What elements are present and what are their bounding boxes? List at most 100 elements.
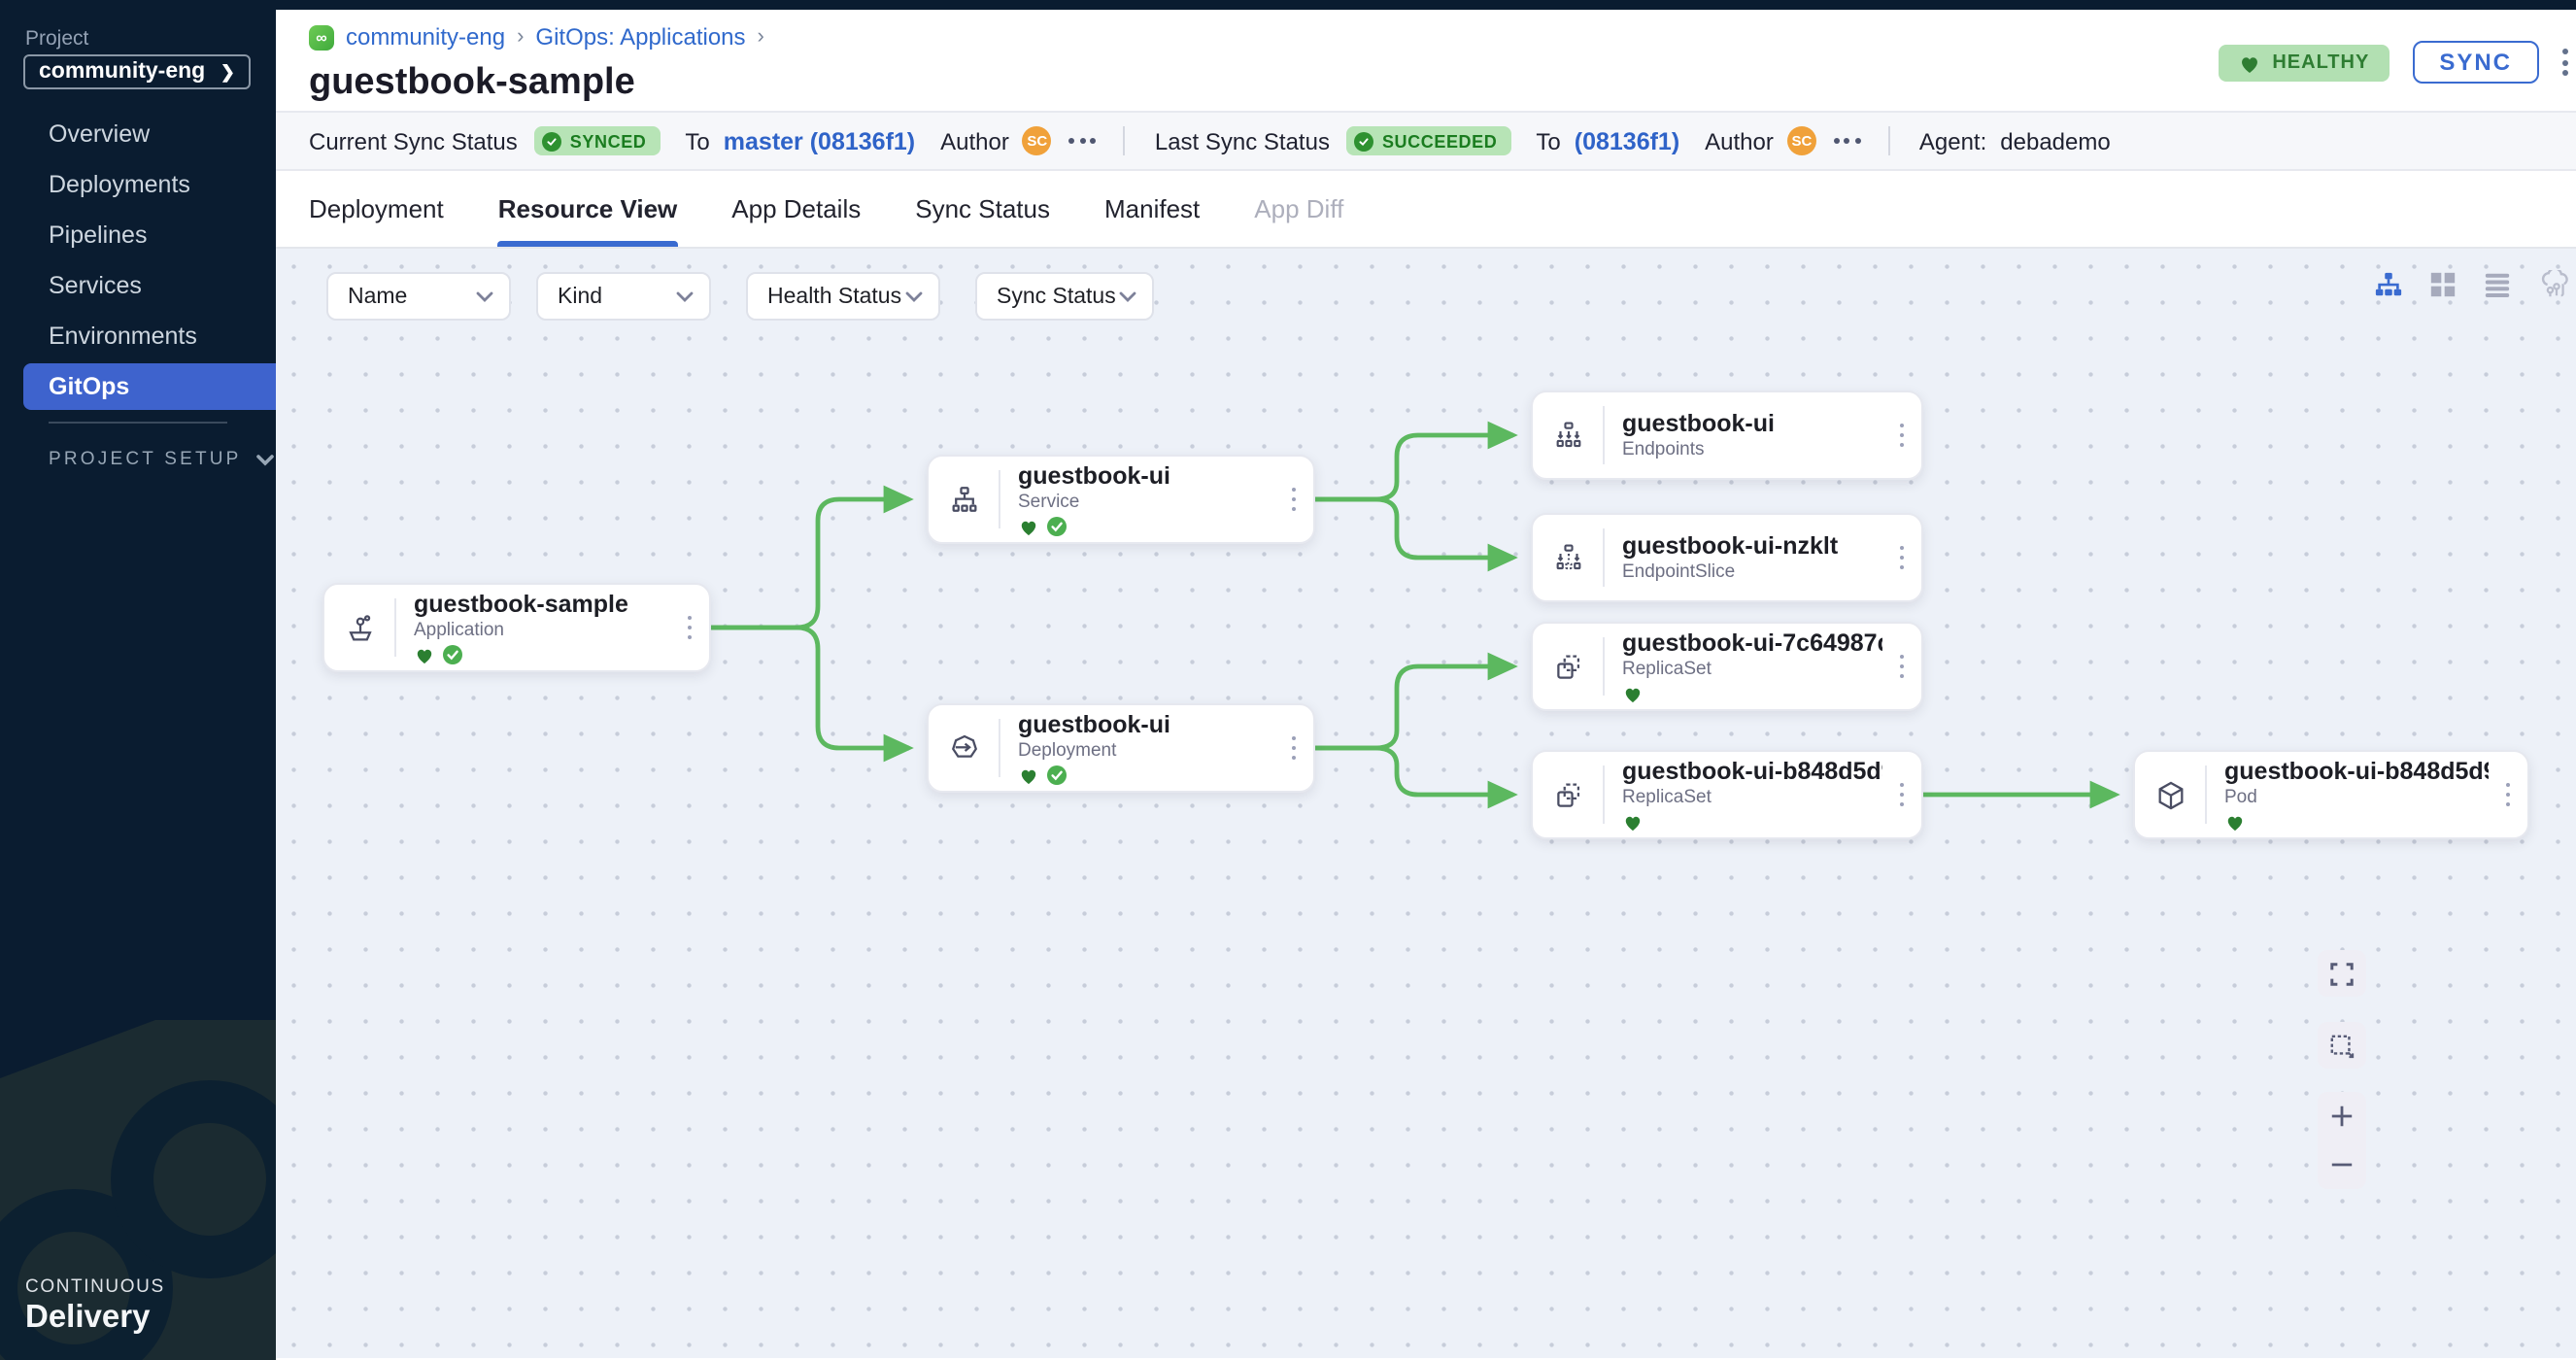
breadcrumb-separator: › — [517, 25, 524, 49]
node-title: guestbook-ui-7c64987dc9 — [1622, 629, 1882, 656]
tab-sync-status[interactable]: Sync Status — [915, 171, 1050, 247]
deployment-icon — [929, 705, 999, 791]
filter-name[interactable]: Name — [326, 272, 511, 321]
filter-kind[interactable]: Kind — [536, 272, 711, 321]
sidebar-brand-block: CONTINUOUS Delivery — [0, 1020, 276, 1360]
sidebar-item-environments[interactable]: Environments — [0, 311, 276, 361]
sidebar-nav: Overview Deployments Pipelines Services … — [0, 109, 276, 412]
node-menu-icon[interactable] — [1274, 457, 1313, 542]
marquee-select-button[interactable] — [2318, 1022, 2366, 1069]
author-avatar: SC — [1787, 126, 1816, 155]
chevron-down-icon — [676, 290, 694, 302]
node-replicaset-7c64987dc9[interactable]: guestbook-ui-7c64987dc9 ReplicaSet — [1531, 622, 1923, 711]
replicaset-icon — [1533, 752, 1603, 837]
heart-icon — [2224, 812, 2246, 832]
replicaset-icon — [1533, 624, 1603, 709]
breadcrumb: ∞ community-eng › GitOps: Applications › — [309, 23, 764, 51]
last-sync-label: Last Sync Status — [1155, 127, 1330, 154]
sync-button[interactable]: SYNC — [2412, 41, 2539, 84]
grid-view-icon[interactable] — [2428, 270, 2457, 299]
node-replicaset-b848d5d9d[interactable]: guestbook-ui-b848d5d9d ReplicaSet — [1531, 750, 1923, 839]
project-setup-toggle[interactable]: PROJECT SETUP — [49, 449, 275, 470]
pod-icon — [2135, 752, 2205, 837]
node-kind: ReplicaSet — [1622, 658, 1882, 679]
window-top-strip — [0, 0, 2576, 10]
to-label: To — [685, 127, 709, 154]
node-menu-icon[interactable] — [1882, 624, 1921, 709]
node-status — [1622, 811, 1882, 833]
author-avatar: SC — [1023, 126, 1052, 155]
node-kind: EndpointSlice — [1622, 561, 1882, 583]
project-selector-value: community-eng — [39, 60, 205, 84]
tab-app-diff[interactable]: App Diff — [1254, 171, 1343, 247]
more-options-icon[interactable] — [2562, 49, 2568, 76]
project-label: Project — [25, 27, 88, 51]
gitops-icon: ∞ — [309, 24, 334, 50]
tab-resource-view[interactable]: Resource View — [498, 171, 678, 247]
node-menu-icon[interactable] — [1882, 515, 1921, 600]
heart-icon — [1622, 684, 1644, 703]
node-menu-icon[interactable] — [1882, 752, 1921, 837]
brand: CONTINUOUS Delivery — [25, 1276, 165, 1337]
resource-tree-canvas: Name Kind Health Status Sync Status — [276, 249, 2576, 1358]
breadcrumb-section-link[interactable]: GitOps: Applications — [535, 23, 745, 51]
filter-health-status[interactable]: Health Status — [746, 272, 940, 321]
node-pod[interactable]: guestbook-ui-b848d5d9... Pod — [2133, 750, 2529, 839]
node-menu-icon[interactable] — [2489, 752, 2527, 837]
pod-view-icon[interactable] — [2537, 270, 2576, 299]
zoom-in-icon[interactable] — [2329, 1104, 2355, 1129]
tab-bar: Deployment Resource View App Details Syn… — [276, 171, 2576, 249]
sidebar-item-pipelines[interactable]: Pipelines — [0, 210, 276, 260]
tab-manifest[interactable]: Manifest — [1104, 171, 1200, 247]
application-icon — [324, 585, 394, 670]
node-deployment[interactable]: guestbook-ui Deployment — [927, 703, 1315, 793]
tab-deployment[interactable]: Deployment — [309, 171, 444, 247]
sidebar-item-overview[interactable]: Overview — [0, 109, 276, 159]
marquee-select-icon — [2329, 1033, 2355, 1058]
last-revision-link[interactable]: (08136f1) — [1575, 127, 1679, 154]
check-circle-icon — [443, 645, 462, 664]
node-menu-icon[interactable] — [1882, 392, 1921, 478]
tab-app-details[interactable]: App Details — [731, 171, 861, 247]
node-kind: Pod — [2224, 786, 2489, 807]
sidebar-item-services[interactable]: Services — [0, 260, 276, 311]
fullscreen-button[interactable] — [2318, 950, 2366, 997]
node-application[interactable]: guestbook-sample Application — [322, 583, 711, 672]
heart-icon — [1018, 765, 1039, 785]
node-endpoints[interactable]: guestbook-ui Endpoints — [1531, 391, 1923, 480]
current-sync-label: Current Sync Status — [309, 127, 518, 154]
chevron-right-icon: ❯ — [220, 61, 235, 83]
filter-sync-status[interactable]: Sync Status — [975, 272, 1154, 321]
node-title: guestbook-ui — [1622, 410, 1882, 437]
check-circle-icon — [1047, 517, 1067, 536]
more-options-icon[interactable] — [1069, 138, 1097, 144]
node-kind: Deployment — [1018, 739, 1274, 761]
node-menu-icon[interactable] — [670, 585, 709, 670]
node-menu-icon[interactable] — [1274, 705, 1313, 791]
node-service[interactable]: guestbook-ui Service — [927, 455, 1315, 544]
sidebar-item-deployments[interactable]: Deployments — [0, 159, 276, 210]
divider — [1124, 126, 1126, 155]
tree-view-icon[interactable] — [2374, 270, 2403, 299]
succeeded-badge: SUCCEEDED — [1347, 126, 1510, 155]
sidebar-item-gitops[interactable]: GitOps — [23, 363, 276, 410]
health-status-badge: HEALTHY — [2218, 44, 2389, 81]
to-label: To — [1536, 127, 1560, 154]
synced-badge: SYNCED — [535, 126, 661, 155]
project-selector[interactable]: community-eng ❯ — [23, 54, 251, 89]
more-options-icon[interactable] — [1834, 138, 1861, 144]
current-revision-link[interactable]: master (08136f1) — [724, 127, 915, 154]
node-endpointslice[interactable]: guestbook-ui-nzklt EndpointSlice — [1531, 513, 1923, 602]
header-actions: HEALTHY SYNC — [2218, 41, 2549, 84]
node-title: guestbook-sample — [414, 590, 670, 617]
breadcrumb-project-link[interactable]: community-eng — [346, 23, 505, 51]
node-status — [1622, 683, 1882, 704]
heart-icon — [1018, 517, 1039, 536]
node-title: guestbook-ui-b848d5d9d — [1622, 757, 1882, 784]
list-view-icon[interactable] — [2483, 270, 2512, 299]
check-circle-icon — [543, 131, 562, 151]
zoom-out-icon[interactable] — [2329, 1152, 2355, 1177]
divider — [1888, 126, 1890, 155]
chevron-down-icon — [905, 290, 923, 302]
check-circle-icon — [1047, 765, 1067, 785]
